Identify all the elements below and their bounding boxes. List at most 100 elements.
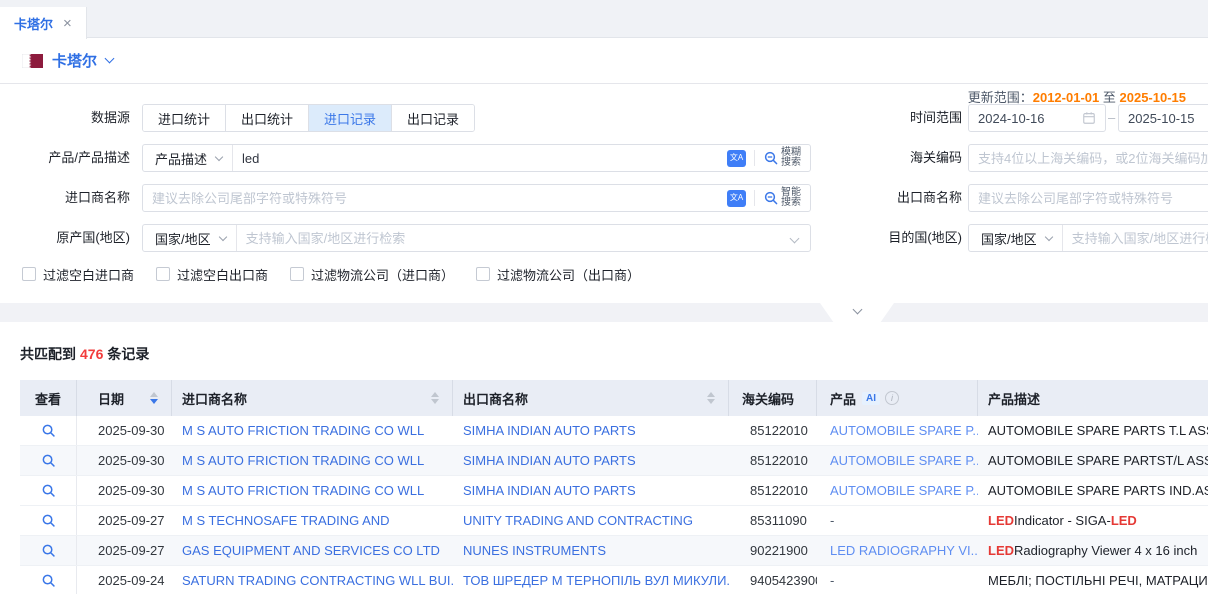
exporter-link[interactable]: NUNES INSTRUMENTS (463, 543, 606, 558)
sort-icon[interactable] (431, 392, 439, 404)
smart-search-toggle[interactable]: 智能搜索 (763, 188, 801, 208)
importer-link[interactable]: M S AUTO FRICTION TRADING CO WLL (182, 483, 424, 498)
chevron-down-icon (218, 232, 226, 240)
col-header-importer[interactable]: 进口商名称 (172, 380, 453, 416)
checkbox-icon (476, 267, 490, 281)
checkbox-filter-blank-exporter[interactable]: 过滤空白出口商 (156, 265, 268, 284)
description-text: AUTOMOBILE SPARE PARTST/L ASSY ... (988, 453, 1208, 468)
col-header-date[interactable]: 日期 (77, 380, 172, 416)
description-text: Radiography Viewer 4 x 16 inch (1014, 543, 1197, 558)
importer-input[interactable] (143, 186, 727, 210)
divider (754, 190, 755, 206)
time-range-label: 时间范围 (836, 104, 962, 132)
origin-country-input[interactable] (237, 226, 791, 250)
sort-icon[interactable] (707, 392, 715, 404)
exporter-search-box (968, 184, 1208, 212)
tab-qatar[interactable]: 卡塔尔 × (0, 7, 87, 39)
cell-hs-code: 90221900 (729, 536, 817, 565)
date-end-input[interactable] (1119, 106, 1208, 130)
view-record-magnifier-icon[interactable] (41, 573, 56, 588)
date-start-box (968, 104, 1106, 132)
fuzzy-search-toggle[interactable]: 模糊搜索 (763, 148, 801, 168)
view-record-magnifier-icon[interactable] (41, 453, 56, 468)
chevron-down-icon[interactable] (790, 233, 800, 243)
fuzzy-search-label: 模糊搜索 (781, 148, 801, 168)
product-link[interactable]: AUTOMOBILE SPARE P... (830, 423, 978, 438)
product-empty: - (830, 513, 834, 528)
close-icon[interactable]: × (63, 16, 72, 31)
cell-hs-code: 85311090 (729, 506, 817, 535)
importer-link[interactable]: SATURN TRADING CONTRACTING WLL BUI... (182, 573, 453, 588)
filter-panel: 更新范围：2012-01-01 至 2025-10-15 数据源 进口统计 出口… (0, 84, 1208, 303)
product-link[interactable]: LED RADIOGRAPHY VI... (830, 543, 978, 558)
destination-country-input[interactable] (1063, 226, 1208, 250)
cell-hs-code: 85122010 (729, 446, 817, 475)
destination-label: 目的国(地区) (836, 224, 962, 252)
exporter-input[interactable] (969, 186, 1208, 210)
info-icon[interactable]: i (885, 391, 899, 405)
calendar-icon[interactable] (1082, 111, 1105, 125)
translate-icon[interactable]: 文A (727, 190, 746, 207)
view-record-magnifier-icon[interactable] (41, 513, 56, 528)
cell-date: 2025-09-24 (77, 566, 172, 594)
chevron-down-icon[interactable] (105, 54, 115, 64)
records-table: 查看 日期 进口商名称 出口商名称 海关编码 产品 AI i (20, 380, 1208, 594)
cell-hs-code: 9405423900 (729, 566, 817, 594)
collapse-panel-button[interactable] (820, 303, 894, 322)
exporter-link[interactable]: SIMHA INDIAN AUTO PARTS (463, 423, 636, 438)
checkbox-filter-logistics-exporter[interactable]: 过滤物流公司（出口商） (476, 265, 640, 284)
table-row: 2025-09-30 M S AUTO FRICTION TRADING CO W… (20, 446, 1208, 476)
exporter-link[interactable]: ТОВ ШРЕДЕР М ТЕРНОПІЛЬ ВУЛ МИКУЛИ... (463, 573, 729, 588)
cell-importer: M S AUTO FRICTION TRADING CO WLL (172, 446, 453, 475)
view-record-magnifier-icon[interactable] (41, 483, 56, 498)
cell-importer: M S TECHNOSAFE TRADING AND (172, 506, 453, 535)
product-link[interactable]: AUTOMOBILE SPARE P... (830, 453, 978, 468)
product-search-input[interactable] (233, 146, 727, 170)
checkbox-filter-logistics-importer[interactable]: 过滤物流公司（进口商） (290, 265, 454, 284)
importer-link[interactable]: M S AUTO FRICTION TRADING CO WLL (182, 453, 424, 468)
table-row: 2025-09-27M S TECHNOSAFE TRADING ANDUNIT… (20, 506, 1208, 536)
product-label: 产品/产品描述 (0, 144, 130, 172)
destination-country-box: 国家/地区 (968, 224, 1208, 252)
view-record-magnifier-icon[interactable] (41, 543, 56, 558)
table-header: 查看 日期 进口商名称 出口商名称 海关编码 产品 AI i (20, 380, 1208, 416)
datasource-export-stats[interactable]: 出口统计 (225, 105, 308, 131)
cell-date: 2025-09-30 (77, 446, 172, 475)
view-record-magnifier-icon[interactable] (41, 423, 56, 438)
importer-link[interactable]: M S AUTO FRICTION TRADING CO WLL (182, 423, 424, 438)
cell-exporter: SIMHA INDIAN AUTO PARTS (453, 476, 729, 505)
date-start-input[interactable] (969, 106, 1082, 130)
checkbox-filter-blank-importer[interactable]: 过滤空白进口商 (22, 265, 134, 284)
checkbox-icon (290, 267, 304, 281)
product-link[interactable]: AUTOMOBILE SPARE P... (830, 483, 978, 498)
checkbox-label: 过滤物流公司（出口商） (497, 265, 640, 284)
cell-view (20, 416, 77, 445)
smart-search-label: 智能搜索 (781, 188, 801, 208)
datasource-import-stats[interactable]: 进口统计 (143, 105, 225, 131)
translate-icon[interactable]: 文A (727, 150, 746, 167)
importer-link[interactable]: GAS EQUIPMENT AND SERVICES CO LTD (182, 543, 440, 558)
origin-country-select[interactable]: 国家/地区 (143, 225, 237, 251)
chevron-down-icon (852, 305, 862, 315)
destination-country-select[interactable]: 国家/地区 (969, 225, 1063, 251)
importer-link[interactable]: M S TECHNOSAFE TRADING AND (182, 513, 390, 528)
tab-title: 卡塔尔 (14, 14, 53, 33)
cell-view (20, 476, 77, 505)
cell-importer: M S AUTO FRICTION TRADING CO WLL (172, 476, 453, 505)
checkbox-icon (156, 267, 170, 281)
col-header-description: 产品描述 (978, 380, 1208, 416)
datasource-import-records[interactable]: 进口记录 (308, 105, 391, 131)
search-icon (763, 150, 779, 166)
datasource-segment: 进口统计 出口统计 进口记录 出口记录 (142, 104, 475, 132)
hs-code-input[interactable] (969, 146, 1208, 170)
cell-product: - (817, 566, 978, 594)
col-header-exporter[interactable]: 出口商名称 (453, 380, 729, 416)
exporter-link[interactable]: SIMHA INDIAN AUTO PARTS (463, 483, 636, 498)
product-type-select[interactable]: 产品描述 (143, 145, 233, 171)
exporter-link[interactable]: UNITY TRADING AND CONTRACTING (463, 513, 693, 528)
exporter-link[interactable]: SIMHA INDIAN AUTO PARTS (463, 453, 636, 468)
datasource-export-records[interactable]: 出口记录 (391, 105, 474, 131)
sort-icon[interactable] (150, 392, 158, 404)
origin-country-box: 国家/地区 (142, 224, 811, 252)
checkbox-label: 过滤物流公司（进口商） (311, 265, 454, 284)
